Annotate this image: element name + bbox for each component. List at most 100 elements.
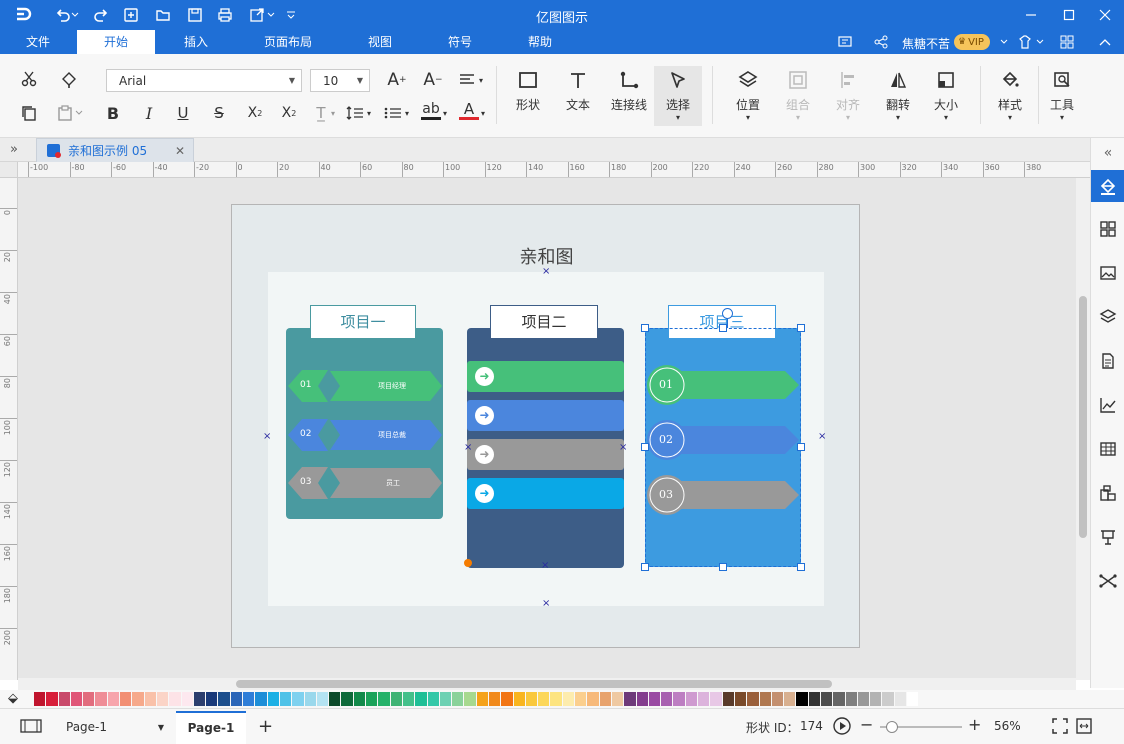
- italic-icon[interactable]: I: [138, 102, 160, 124]
- print-icon[interactable]: [216, 6, 234, 24]
- maximize-icon[interactable]: [1060, 6, 1078, 24]
- select-button[interactable]: 选择 ▾: [656, 70, 700, 122]
- color-swatch[interactable]: [722, 692, 734, 706]
- color-swatch[interactable]: [169, 692, 181, 706]
- customize-icon[interactable]: [284, 6, 298, 24]
- layers-icon[interactable]: [1097, 306, 1119, 328]
- color-swatch[interactable]: [378, 692, 390, 706]
- color-swatch[interactable]: [673, 692, 685, 706]
- column-two-header[interactable]: 项目二: [490, 305, 598, 339]
- color-swatch[interactable]: [427, 692, 439, 706]
- color-swatch[interactable]: [329, 692, 341, 706]
- user-name[interactable]: 焦糖不苦: [902, 35, 950, 52]
- color-swatch[interactable]: [304, 692, 316, 706]
- color-swatch[interactable]: [132, 692, 144, 706]
- menu-page-layout[interactable]: 页面布局: [250, 30, 326, 54]
- close-icon[interactable]: [1096, 6, 1114, 24]
- paste-dropdown-icon[interactable]: [74, 102, 84, 124]
- column-one-item[interactable]: 01 项目经理: [286, 368, 446, 404]
- color-swatch[interactable]: [316, 692, 329, 706]
- resize-handle[interactable]: [641, 443, 649, 451]
- menu-view[interactable]: 视图: [352, 30, 408, 54]
- color-swatch[interactable]: [279, 692, 292, 706]
- column-one-item[interactable]: 02 项目总裁: [286, 417, 446, 453]
- resize-handle[interactable]: [797, 443, 805, 451]
- resize-handle[interactable]: [719, 324, 727, 332]
- shape-button[interactable]: 形状: [510, 70, 546, 113]
- color-swatch[interactable]: [144, 692, 156, 706]
- column-one-header[interactable]: 项目一: [310, 305, 416, 339]
- color-swatch[interactable]: [341, 692, 353, 706]
- image-icon[interactable]: [1097, 262, 1119, 284]
- apps-icon[interactable]: [1058, 33, 1076, 51]
- color-swatch[interactable]: [366, 692, 378, 706]
- page-tab[interactable]: Page-1: [176, 711, 246, 744]
- vertical-scroll-thumb[interactable]: [1079, 296, 1087, 538]
- connection-x-marker[interactable]: ×: [542, 598, 550, 609]
- align-button[interactable]: 对齐 ▾: [828, 70, 868, 122]
- menu-symbol[interactable]: 符号: [432, 30, 488, 54]
- expand-panel-icon[interactable]: »: [10, 142, 18, 157]
- color-swatch[interactable]: [857, 692, 870, 706]
- color-swatch[interactable]: [624, 692, 636, 706]
- collapse-ribbon-icon[interactable]: [1096, 33, 1114, 51]
- color-swatch[interactable]: [353, 692, 366, 706]
- theme-icon[interactable]: [1016, 33, 1034, 51]
- color-swatch[interactable]: [193, 692, 206, 706]
- open-folder-icon[interactable]: [154, 6, 172, 24]
- color-swatch[interactable]: [415, 692, 427, 706]
- strikethrough-icon[interactable]: S: [208, 102, 230, 124]
- undo-dropdown-icon[interactable]: [70, 6, 80, 24]
- color-swatch[interactable]: [894, 692, 907, 706]
- shuffle-icon[interactable]: [1097, 570, 1119, 592]
- export-dropdown-icon[interactable]: [266, 6, 276, 24]
- connection-x-marker[interactable]: ×: [818, 431, 826, 442]
- style-button[interactable]: 样式 ▾: [990, 70, 1030, 122]
- font-color-dropdown-icon[interactable]: ▾: [478, 102, 488, 124]
- color-swatch[interactable]: [206, 692, 218, 706]
- color-swatch[interactable]: [452, 692, 464, 706]
- color-swatch[interactable]: [587, 692, 599, 706]
- group-button[interactable]: 组合 ▾: [778, 70, 818, 122]
- color-swatch[interactable]: [390, 692, 402, 706]
- position-button[interactable]: 位置 ▾: [728, 70, 768, 122]
- color-swatch[interactable]: [439, 692, 452, 706]
- minimize-icon[interactable]: [1022, 6, 1040, 24]
- resize-handle[interactable]: [797, 563, 805, 571]
- page-list-icon[interactable]: [20, 719, 42, 736]
- underline-icon[interactable]: U: [172, 102, 194, 124]
- play-icon[interactable]: [833, 717, 851, 738]
- share-icon[interactable]: [872, 33, 890, 51]
- color-swatch[interactable]: [46, 692, 58, 706]
- column-two-bar[interactable]: ➜: [467, 361, 624, 392]
- color-swatch[interactable]: [636, 692, 648, 706]
- connection-x-marker[interactable]: ×: [619, 442, 627, 453]
- align-text-icon[interactable]: [456, 69, 478, 91]
- column-one-item[interactable]: 03 员工: [286, 465, 446, 501]
- color-swatch[interactable]: [34, 692, 46, 706]
- resize-handle[interactable]: [641, 324, 649, 332]
- line-spacing-dropdown-icon[interactable]: ▾: [364, 102, 374, 124]
- column-two-bar[interactable]: ➜: [467, 400, 624, 431]
- tools-button[interactable]: 工具 ▾: [1042, 70, 1082, 122]
- color-swatch[interactable]: [833, 692, 845, 706]
- highlight-dropdown-icon[interactable]: ▾: [440, 102, 450, 124]
- color-swatch[interactable]: [845, 692, 857, 706]
- rotate-handle[interactable]: [722, 308, 733, 319]
- drawing-canvas[interactable]: 亲和图 项目一 01 项目经理 02 项目总裁 03 员工 项目二 ➜ ➜ ➜ …: [18, 178, 1076, 678]
- connection-x-marker[interactable]: ×: [541, 560, 549, 571]
- color-swatch[interactable]: [784, 692, 796, 706]
- color-swatch[interactable]: [550, 692, 562, 706]
- color-swatch[interactable]: [611, 692, 624, 706]
- color-swatch[interactable]: [525, 692, 538, 706]
- bullet-list-icon[interactable]: [382, 102, 404, 124]
- vertical-scrollbar[interactable]: [1076, 178, 1090, 680]
- zoom-slider-thumb[interactable]: [886, 721, 898, 733]
- color-swatch[interactable]: [538, 692, 550, 706]
- format-painter-icon[interactable]: [58, 68, 80, 90]
- color-swatch[interactable]: [181, 692, 193, 706]
- color-swatch[interactable]: [255, 692, 267, 706]
- color-swatch[interactable]: [476, 692, 488, 706]
- vip-badge[interactable]: ♛ VIP: [954, 34, 990, 50]
- font-color-icon[interactable]: A: [458, 100, 480, 122]
